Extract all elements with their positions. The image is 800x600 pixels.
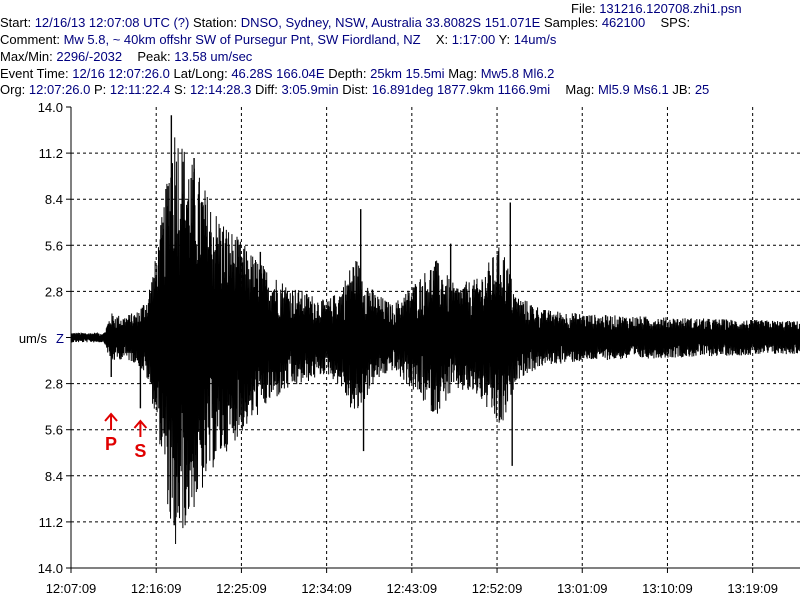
seismogram-waveform <box>70 137 800 545</box>
x-axis-ticks: 12:07:09 12:16:09 12:25:09 12:34:09 12:43:09… <box>46 568 778 596</box>
x-tick-label: 12:07:09 <box>46 581 97 596</box>
phase-marker-label: P <box>105 434 117 454</box>
y-tick-label: 8.4 <box>45 469 63 484</box>
y-tick-label: 11.2 <box>39 146 63 161</box>
seismogram-trace <box>70 115 800 545</box>
phase-marker-label: S <box>134 441 146 461</box>
x-tick-label: 12:43:09 <box>387 581 438 596</box>
channel-label: Z <box>56 331 64 346</box>
y-tick-label: 2.8 <box>45 284 63 299</box>
phase-marker-s: S <box>133 419 148 461</box>
x-tick-label: 13:10:09 <box>642 581 693 596</box>
y-tick-label: 5.6 <box>45 423 63 438</box>
x-tick-label: 13:01:09 <box>557 581 608 596</box>
y-tick-label: 5.6 <box>45 238 63 253</box>
x-tick-label: 12:52:09 <box>472 581 523 596</box>
x-tick-label: 12:16:09 <box>131 581 182 596</box>
x-tick-label: 13:19:09 <box>727 581 778 596</box>
phase-markers: PS <box>104 412 148 461</box>
y-axis-unit-label: um/s <box>19 331 48 346</box>
y-tick-label: 14.0 <box>38 100 63 115</box>
y-tick-label: 14.0 <box>38 561 63 576</box>
seismogram-chart: 14.0 11.2 8.4 5.6 2.8 2.8 5.6 8.4 11.2 14.0 12:07… <box>19 100 800 596</box>
y-tick-label: 8.4 <box>45 192 63 207</box>
x-tick-label: 12:34:09 <box>301 581 352 596</box>
phase-marker-p: P <box>104 412 118 454</box>
x-tick-label: 12:25:09 <box>216 581 267 596</box>
y-tick-label: 2.8 <box>45 377 63 392</box>
y-tick-label: 11.2 <box>39 515 63 530</box>
